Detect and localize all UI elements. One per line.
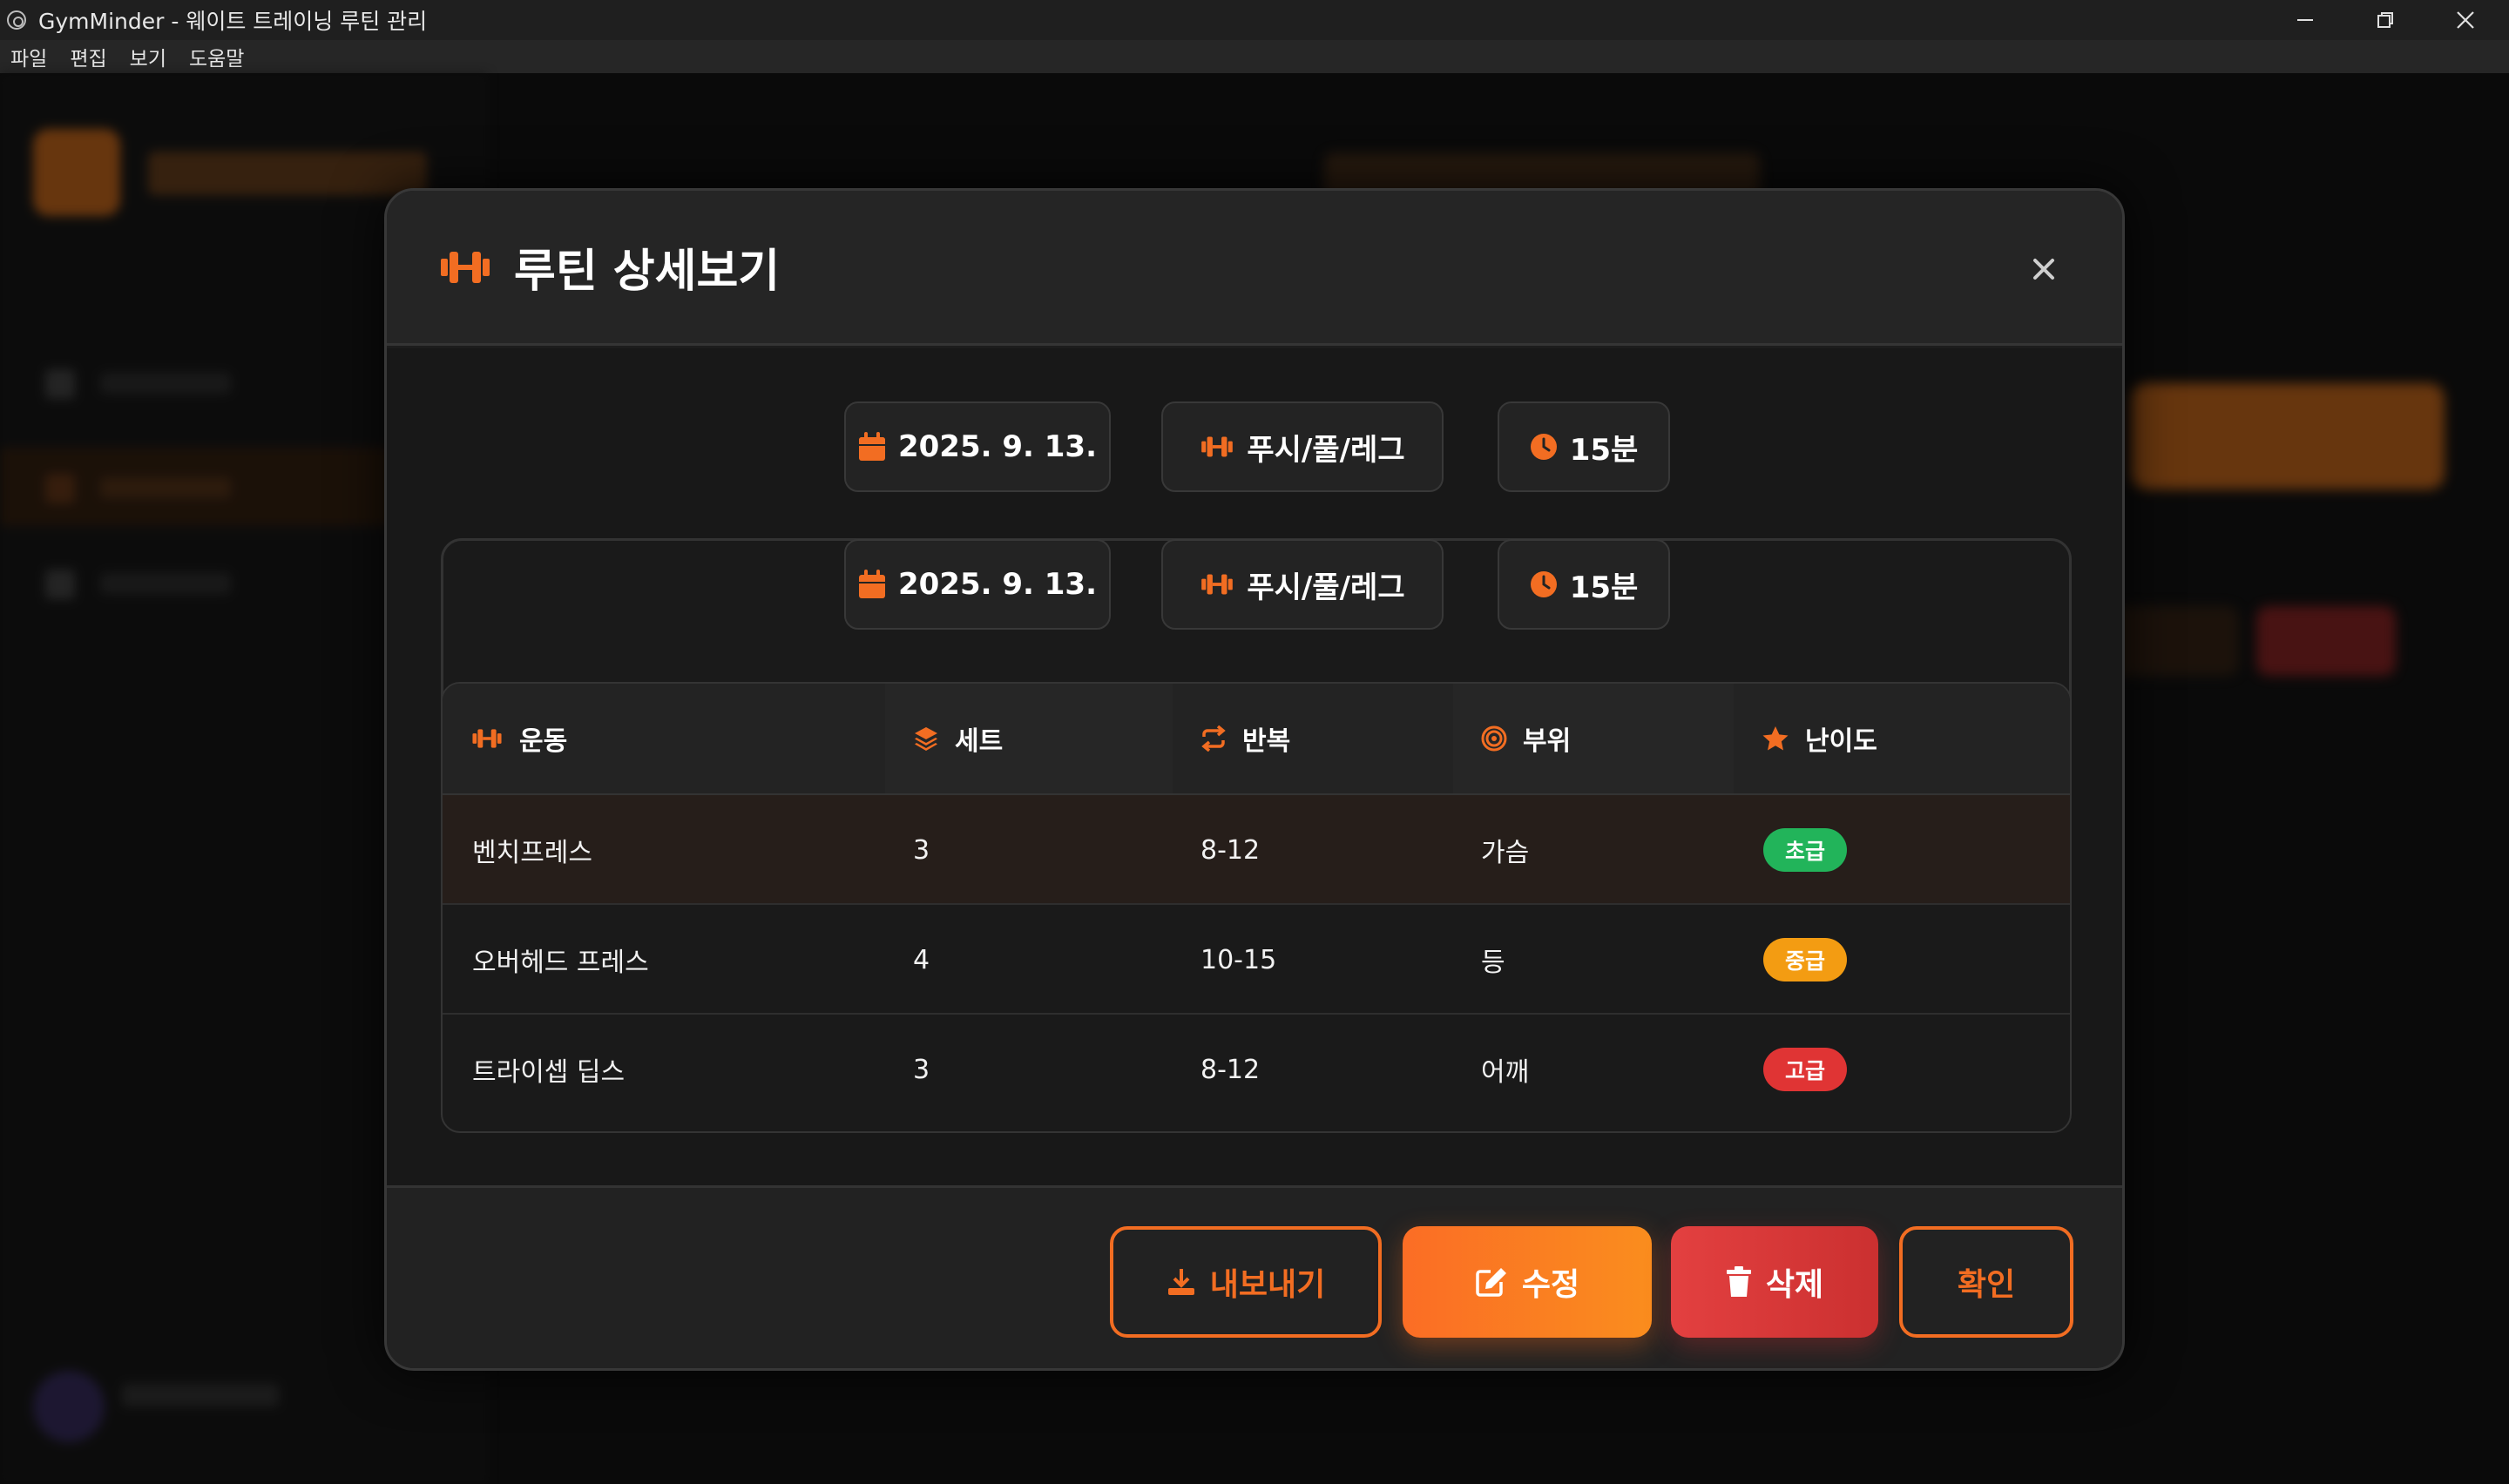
date-value: 2025. 9. 13. xyxy=(897,429,1098,464)
sets-value: 4 xyxy=(913,944,930,975)
menu-file[interactable]: 파일 xyxy=(10,42,47,71)
modal-header: 루틴 상세보기 xyxy=(387,191,2122,346)
sets-value: 3 xyxy=(913,834,930,866)
duration-chip: 15분 xyxy=(1498,401,1670,492)
title-bar: GymMinder - 웨이트 트레이닝 루틴 관리 xyxy=(0,0,2509,40)
edit-icon xyxy=(1476,1268,1506,1297)
restore-button[interactable] xyxy=(2345,0,2425,40)
export-label: 내보내기 xyxy=(1209,1267,1326,1303)
minimize-button[interactable] xyxy=(2265,0,2345,40)
app-gear-icon xyxy=(7,10,26,30)
muscle-value: 등 xyxy=(1481,948,1505,978)
download-icon xyxy=(1167,1269,1194,1295)
muscle-value: 어깨 xyxy=(1481,1057,1530,1088)
routine-detail-modal: 루틴 상세보기 2025. 9. 13. 푸시/풀/레그 15분 2025. 9… xyxy=(384,188,2125,1371)
menu-help[interactable]: 도움말 xyxy=(189,42,244,71)
background-brand xyxy=(148,152,427,195)
target-icon xyxy=(1481,725,1507,752)
confirm-button[interactable]: 확인 xyxy=(1899,1226,2073,1338)
reps-value: 8-12 xyxy=(1200,1054,1261,1085)
sets-value: 3 xyxy=(913,1054,930,1085)
header-reps: 반복 xyxy=(1173,684,1453,793)
calendar-icon xyxy=(858,570,885,598)
difficulty-cell: 고급 xyxy=(1763,1015,1847,1124)
delete-button[interactable]: 삭제 xyxy=(1671,1226,1878,1338)
type-chip: 푸시/풀/레그 xyxy=(1161,401,1444,492)
repeat-icon xyxy=(1201,725,1226,752)
star-icon xyxy=(1762,726,1789,751)
detail-type-value: 푸시/풀/레그 xyxy=(1247,570,1405,605)
trash-icon xyxy=(1726,1266,1751,1297)
clock-icon xyxy=(1530,434,1557,460)
header-difficulty: 난이도 xyxy=(1734,684,2070,793)
date-chip: 2025. 9. 13. xyxy=(844,401,1111,492)
header-sets-label: 세트 xyxy=(955,726,1004,757)
background-logo xyxy=(33,129,120,216)
menu-bar: 파일 편집 보기 도움말 xyxy=(0,40,2509,73)
export-button[interactable]: 내보내기 xyxy=(1110,1226,1382,1338)
confirm-label: 확인 xyxy=(1957,1267,2016,1303)
modal-body: 2025. 9. 13. 푸시/풀/레그 15분 2025. 9. 13. 푸시… xyxy=(387,348,2122,1185)
table-row[interactable]: 벤치프레스 3 8-12 가슴 초급 xyxy=(443,795,2070,905)
background-user-name xyxy=(122,1384,279,1406)
dumbbell-icon xyxy=(472,729,502,748)
detail-date-value: 2025. 9. 13. xyxy=(897,567,1098,602)
close-icon xyxy=(2457,11,2474,29)
edit-label: 수정 xyxy=(1521,1267,1580,1303)
header-reps-label: 반복 xyxy=(1242,726,1291,757)
header-difficulty-label: 난이도 xyxy=(1805,726,1877,757)
menu-view[interactable]: 보기 xyxy=(130,42,166,71)
layers-icon xyxy=(915,727,937,751)
exercise-name: 트라이셉 딥스 xyxy=(472,1057,626,1088)
detail-date-chip: 2025. 9. 13. xyxy=(844,539,1111,630)
difficulty-badge: 중급 xyxy=(1763,938,1847,981)
header-exercise: 운동 xyxy=(443,684,885,793)
delete-label: 삭제 xyxy=(1765,1267,1824,1303)
reps-value: 10-15 xyxy=(1200,944,1277,975)
type-value: 푸시/풀/레그 xyxy=(1247,432,1405,468)
difficulty-badge: 초급 xyxy=(1763,828,1847,872)
difficulty-cell: 초급 xyxy=(1763,795,1847,905)
exercise-table: 운동 세트 반복 부위 난이도 벤치프레스 3 8-12 가슴 초급 오버헤드 … xyxy=(441,682,2072,1133)
modal-title: 루틴 상세보기 xyxy=(514,246,781,298)
difficulty-cell: 중급 xyxy=(1763,905,1847,1015)
close-icon xyxy=(2033,259,2054,280)
edit-button[interactable]: 수정 xyxy=(1403,1226,1652,1338)
header-sets: 세트 xyxy=(885,684,1173,793)
modal-close-button[interactable] xyxy=(2026,252,2061,287)
clock-icon xyxy=(1530,571,1557,597)
detail-duration-value: 15분 xyxy=(1569,570,1639,605)
dumbbell-icon xyxy=(441,252,490,283)
background-delete-button xyxy=(2256,606,2396,676)
difficulty-badge: 고급 xyxy=(1763,1048,1847,1091)
routine-detail-card: 2025. 9. 13. 푸시/풀/레그 15분 운동 세트 반복 부위 난이도… xyxy=(441,538,2072,1133)
window-title: GymMinder - 웨이트 트레이닝 루틴 관리 xyxy=(38,9,428,34)
minimize-icon xyxy=(2297,19,2313,21)
table-row[interactable]: 오버헤드 프레스 4 10-15 등 중급 xyxy=(443,905,2070,1015)
header-exercise-label: 운동 xyxy=(519,726,568,757)
dumbbell-icon xyxy=(1201,436,1234,457)
exercise-name: 벤치프레스 xyxy=(472,838,592,868)
reps-value: 8-12 xyxy=(1200,834,1261,866)
table-row[interactable]: 트라이셉 딥스 3 8-12 어깨 고급 xyxy=(443,1015,2070,1124)
background-add-button xyxy=(2131,383,2445,489)
table-header: 운동 세트 반복 부위 난이도 xyxy=(443,684,2070,795)
header-muscle-label: 부위 xyxy=(1523,726,1572,757)
close-window-button[interactable] xyxy=(2425,0,2506,40)
menu-edit[interactable]: 편집 xyxy=(70,42,106,71)
detail-type-chip: 푸시/풀/레그 xyxy=(1161,539,1444,630)
background-avatar xyxy=(33,1371,105,1442)
modal-footer: 내보내기 수정 삭제 확인 xyxy=(387,1185,2122,1368)
header-muscle: 부위 xyxy=(1453,684,1734,793)
calendar-icon xyxy=(858,432,885,461)
duration-value: 15분 xyxy=(1569,432,1639,468)
dumbbell-icon xyxy=(1201,574,1234,595)
restore-icon xyxy=(2377,12,2393,28)
muscle-value: 가슴 xyxy=(1481,838,1530,868)
detail-duration-chip: 15분 xyxy=(1498,539,1670,630)
exercise-name: 오버헤드 프레스 xyxy=(472,948,649,978)
